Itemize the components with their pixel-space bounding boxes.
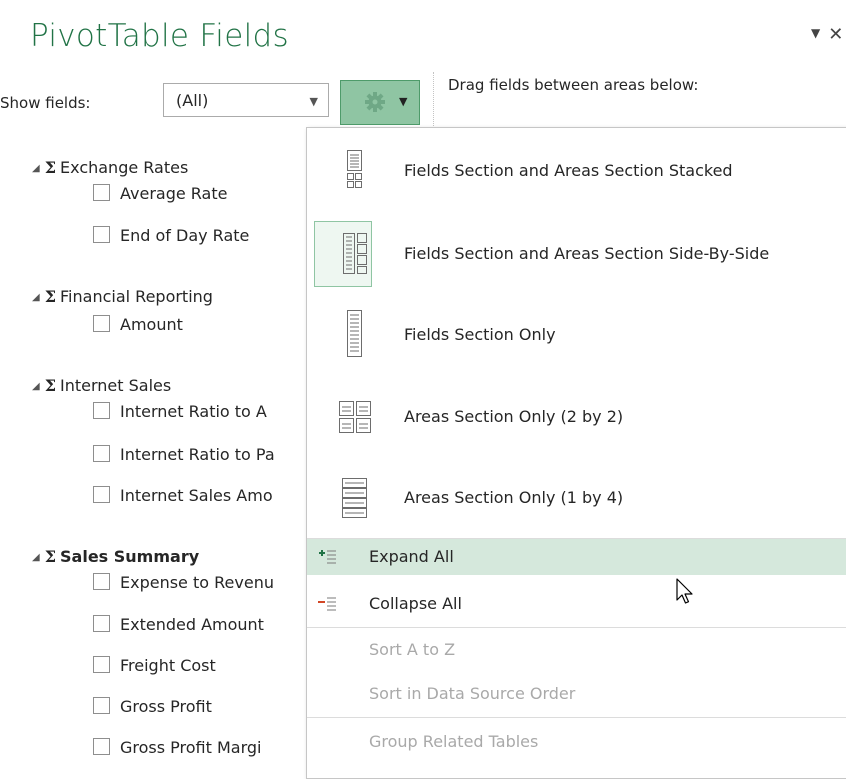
field-row[interactable]: Internet Sales Amo [93,486,273,510]
field-checkbox[interactable] [93,402,110,419]
field-row[interactable]: End of Day Rate [93,226,249,250]
field-checkbox[interactable] [93,615,110,632]
field-label: Average Rate [120,184,228,203]
layout-side-by-side-icon [343,233,367,274]
menu-item-label: Fields Section and Areas Section Stacked [404,161,733,180]
layout-stacked-icon [347,150,362,188]
field-label: Gross Profit [120,697,212,716]
field-group-financial-reporting[interactable]: ◢ Σ Financial Reporting [32,287,213,306]
close-icon[interactable]: ✕ [828,24,843,45]
menu-item-layout-areas-2x2[interactable]: Areas Section Only (2 by 2) [307,377,846,457]
field-group-exchange-rates[interactable]: ◢ Σ Exchange Rates [32,158,188,177]
menu-item-label: Areas Section Only (2 by 2) [404,407,624,426]
field-label: Gross Profit Margi [120,738,262,757]
sigma-icon: Σ [44,547,57,566]
field-row[interactable]: Internet Ratio to Pa [93,445,275,469]
field-label: End of Day Rate [120,226,250,245]
sigma-icon: Σ [44,158,57,177]
chevron-down-icon: ▼ [399,95,408,108]
collapse-triangle-icon[interactable]: ◢ [32,292,40,303]
chevron-down-icon: ▼ [309,95,318,108]
field-group-label: Sales Summary [60,547,200,566]
field-row[interactable]: Amount [93,315,183,339]
field-label: Freight Cost [120,656,216,675]
field-checkbox[interactable] [93,697,110,714]
field-row[interactable]: Freight Cost [93,656,216,680]
menu-item-label: Fields Section Only [404,325,556,344]
pane-controls: ▼ ✕ [811,24,843,45]
divider [433,72,434,128]
menu-item-layout-fields-only[interactable]: Fields Section Only [307,295,846,375]
field-label: Internet Sales Amo [120,486,273,505]
menu-separator [307,717,846,718]
field-checkbox[interactable] [93,226,110,243]
collapse-all-icon [318,597,336,611]
show-fields-label: Show fields: [0,94,91,112]
pane-options-dropdown-icon[interactable]: ▼ [811,26,820,40]
menu-separator [307,627,846,628]
collapse-triangle-icon[interactable]: ◢ [32,163,40,174]
sigma-icon: Σ [44,376,57,395]
menu-item-label: Collapse All [369,594,462,613]
field-group-sales-summary[interactable]: ◢ Σ Sales Summary [32,547,199,566]
menu-item-label: Sort in Data Source Order [369,684,576,703]
field-row[interactable]: Gross Profit Margi [93,738,262,762]
field-checkbox[interactable] [93,486,110,503]
field-label: Extended Amount [120,615,264,634]
sigma-icon: Σ [44,287,57,306]
menu-item-layout-side-by-side[interactable]: Fields Section and Areas Section Side-By… [307,214,846,294]
field-label: Expense to Revenu [120,573,274,592]
collapse-triangle-icon[interactable]: ◢ [32,552,40,563]
layout-areas-1x4-icon [342,478,367,518]
drag-hint: Drag fields between areas below: [448,76,699,94]
field-label: Amount [120,315,183,334]
field-checkbox[interactable] [93,445,110,462]
menu-item-layout-stacked[interactable]: Fields Section and Areas Section Stacked [307,131,846,211]
show-fields-value: (All) [176,91,209,110]
show-fields-select[interactable]: (All) ▼ [163,83,329,117]
menu-item-label: Fields Section and Areas Section Side-By… [404,244,770,263]
collapse-triangle-icon[interactable]: ◢ [32,381,40,392]
menu-item-collapse-all[interactable]: Collapse All [307,586,846,622]
field-group-label: Internet Sales [60,376,172,395]
field-group-label: Financial Reporting [60,287,213,306]
field-checkbox[interactable] [93,656,110,673]
menu-item-label: Sort A to Z [369,640,456,659]
tools-button[interactable]: ▼ [340,80,420,125]
menu-item-expand-all[interactable]: Expand All [307,539,846,575]
menu-item-label: Areas Section Only (1 by 4) [404,488,624,507]
field-row[interactable]: Gross Profit [93,697,212,721]
mouse-cursor-icon [676,578,693,604]
layout-areas-2x2-icon [339,401,371,433]
menu-item-group-related-tables: Group Related Tables [307,724,846,760]
field-label: Internet Ratio to A [120,402,267,421]
field-row[interactable]: Expense to Revenu [93,573,274,597]
expand-all-icon [319,550,336,564]
pane-title: PivotTable Fields [30,18,289,54]
menu-item-label: Expand All [369,547,454,566]
field-group-internet-sales[interactable]: ◢ Σ Internet Sales [32,376,171,395]
field-row[interactable]: Average Rate [93,184,227,208]
layout-fields-only-icon [347,310,362,357]
menu-item-sort-a-to-z: Sort A to Z [307,632,846,668]
field-checkbox[interactable] [93,315,110,332]
menu-item-layout-areas-1x4[interactable]: Areas Section Only (1 by 4) [307,458,846,538]
field-row[interactable]: Extended Amount [93,615,264,639]
field-row[interactable]: Internet Ratio to A [93,402,267,426]
tools-menu: Fields Section and Areas Section Stacked… [306,127,846,779]
field-label: Internet Ratio to Pa [120,445,275,464]
field-checkbox[interactable] [93,184,110,201]
menu-item-sort-data-source-order: Sort in Data Source Order [307,676,846,712]
field-group-label: Exchange Rates [60,158,189,177]
field-checkbox[interactable] [93,738,110,755]
field-checkbox[interactable] [93,573,110,590]
menu-item-label: Group Related Tables [369,732,539,751]
gear-icon [365,92,385,112]
